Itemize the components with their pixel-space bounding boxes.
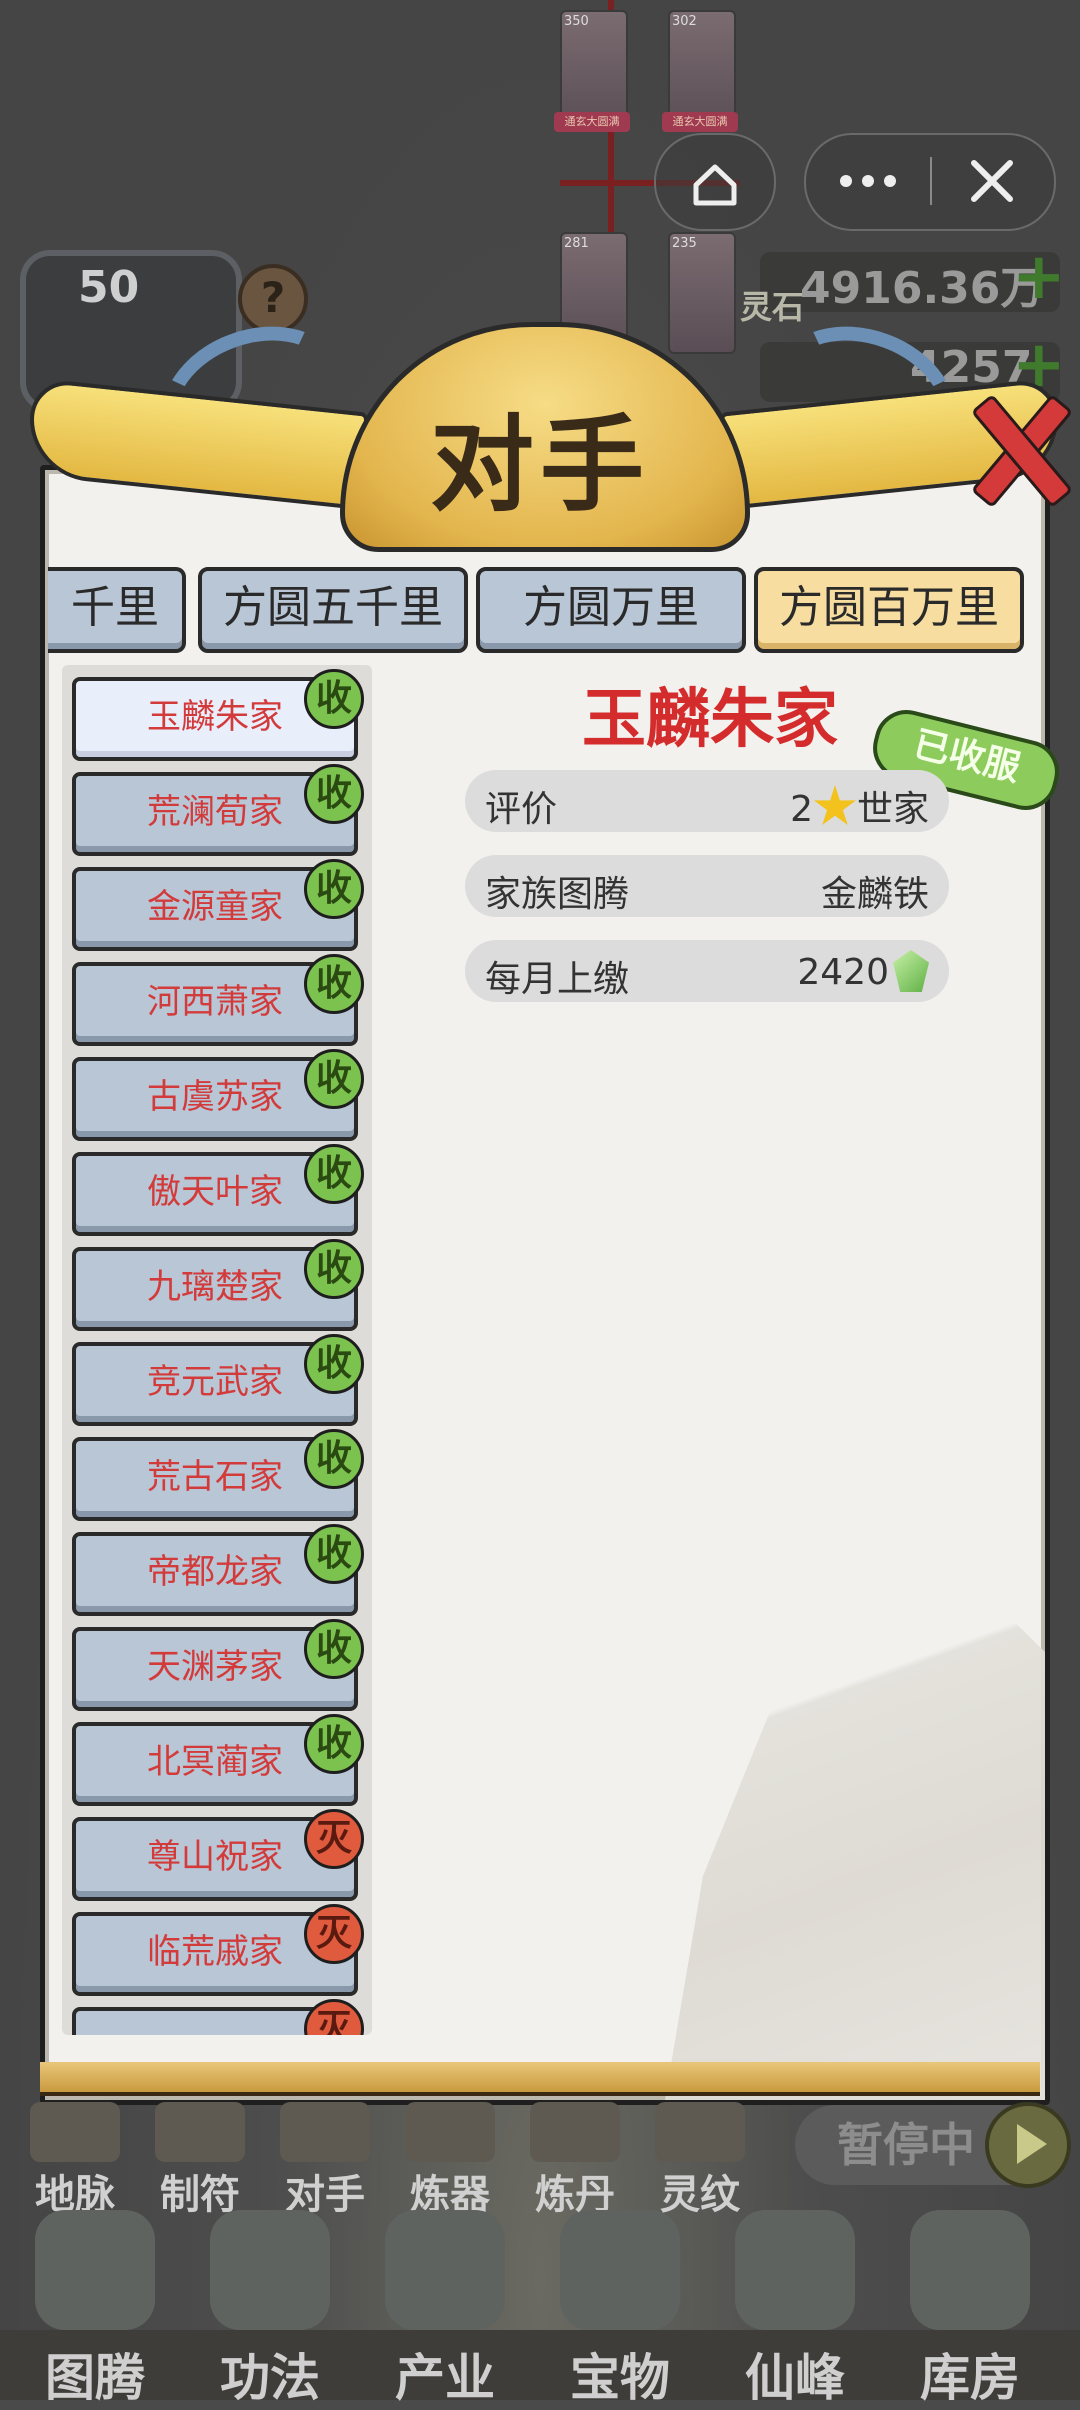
subdued-badge: 收: [304, 859, 364, 919]
tab-qianli[interactable]: 千里: [48, 567, 186, 653]
tribute-value: 2420: [797, 950, 929, 993]
spirit-stone-value: 4916.36万: [800, 263, 1045, 314]
subdued-badge: 收: [304, 1334, 364, 1394]
nav-totem[interactable]: 图腾: [10, 2200, 180, 2407]
forge-icon: [405, 2102, 495, 2162]
spirit-stone-label: 灵石: [740, 288, 805, 326]
help-button[interactable]: ?: [238, 264, 308, 334]
nav-gongfa[interactable]: 功法: [185, 2200, 355, 2407]
tab-fangyuan-wuqianli[interactable]: 方圆五千里: [198, 567, 468, 653]
rating-value: 2 世家: [790, 780, 929, 832]
technique-icon: [210, 2210, 330, 2330]
subdued-badge: 收: [304, 1049, 364, 1109]
peak-icon: [735, 2210, 855, 2330]
earth-vein-icon: [30, 2102, 120, 2162]
nav-chanye[interactable]: 产业: [360, 2200, 530, 2407]
nav-kufang[interactable]: 库房: [885, 2200, 1055, 2407]
tribute-label: 每月上缴: [485, 959, 630, 1000]
character-card: 235: [668, 232, 736, 354]
totem-value: 金麟铁: [820, 874, 929, 915]
tribute-row: 每月上缴 2420: [465, 940, 949, 1002]
close-icon[interactable]: [930, 135, 1054, 229]
destroy-badge: 灭: [304, 1999, 364, 2035]
rating-row: 评价 2 世家: [465, 770, 949, 832]
dialog-footer-trim: [40, 2062, 1040, 2096]
nav-xianfeng[interactable]: 仙峰: [710, 2200, 880, 2407]
spirit-stone-icon: [893, 950, 929, 992]
subdued-badge: 收: [304, 1714, 364, 1774]
home-icon: [693, 164, 737, 206]
alchemy-icon: [530, 2102, 620, 2162]
rune-icon: [655, 2102, 745, 2162]
subdued-badge: 收: [304, 1524, 364, 1584]
rating-label: 评价: [485, 789, 558, 830]
add-spirit-stone-button[interactable]: +: [1012, 240, 1066, 314]
subdued-badge: 收: [304, 954, 364, 1014]
destroy-badge: 灭: [304, 1809, 364, 1869]
treasure-icon: [560, 2210, 680, 2330]
more-icon[interactable]: [806, 135, 930, 229]
capsule-menu: [804, 133, 1056, 231]
totem-label: 家族图腾: [485, 874, 630, 915]
subdued-badge: 收: [304, 1429, 364, 1489]
family-list[interactable]: 玉麟朱家 收 荒澜荀家 收 金源童家 收 河西萧家 收 古虞苏家 收 傲天叶家 …: [62, 665, 372, 2035]
subdued-badge: 收: [304, 764, 364, 824]
star-icon: [813, 785, 857, 826]
dialog-title: 对手: [429, 403, 650, 526]
tab-fangyuan-baiwanli[interactable]: 方圆百万里: [754, 567, 1024, 653]
subdued-badge: 收: [304, 1619, 364, 1679]
character-card: 302 通玄大圆满: [662, 10, 738, 132]
play-icon[interactable]: [985, 2102, 1071, 2188]
totem-icon: [35, 2210, 155, 2330]
subdued-badge: 收: [304, 1239, 364, 1299]
opponent-icon: [280, 2102, 370, 2162]
totem-row: 家族图腾 金麟铁: [465, 855, 949, 917]
mountain-decoration: [665, 1540, 1045, 2100]
nav-baowu[interactable]: 宝物: [535, 2200, 705, 2407]
storehouse-icon: [910, 2210, 1030, 2330]
subdued-badge: 收: [304, 1144, 364, 1204]
industry-icon: [385, 2210, 505, 2330]
destroy-badge: 灭: [304, 1904, 364, 1964]
subdued-badge: 收: [304, 669, 364, 729]
home-button[interactable]: [654, 133, 776, 231]
tab-fangyuan-wanli[interactable]: 方圆万里: [476, 567, 746, 653]
dialog-close-button[interactable]: [960, 392, 1074, 509]
character-card: 350 通玄大圆满: [554, 10, 630, 132]
level-number: 50: [78, 262, 140, 313]
talisman-icon: [155, 2102, 245, 2162]
